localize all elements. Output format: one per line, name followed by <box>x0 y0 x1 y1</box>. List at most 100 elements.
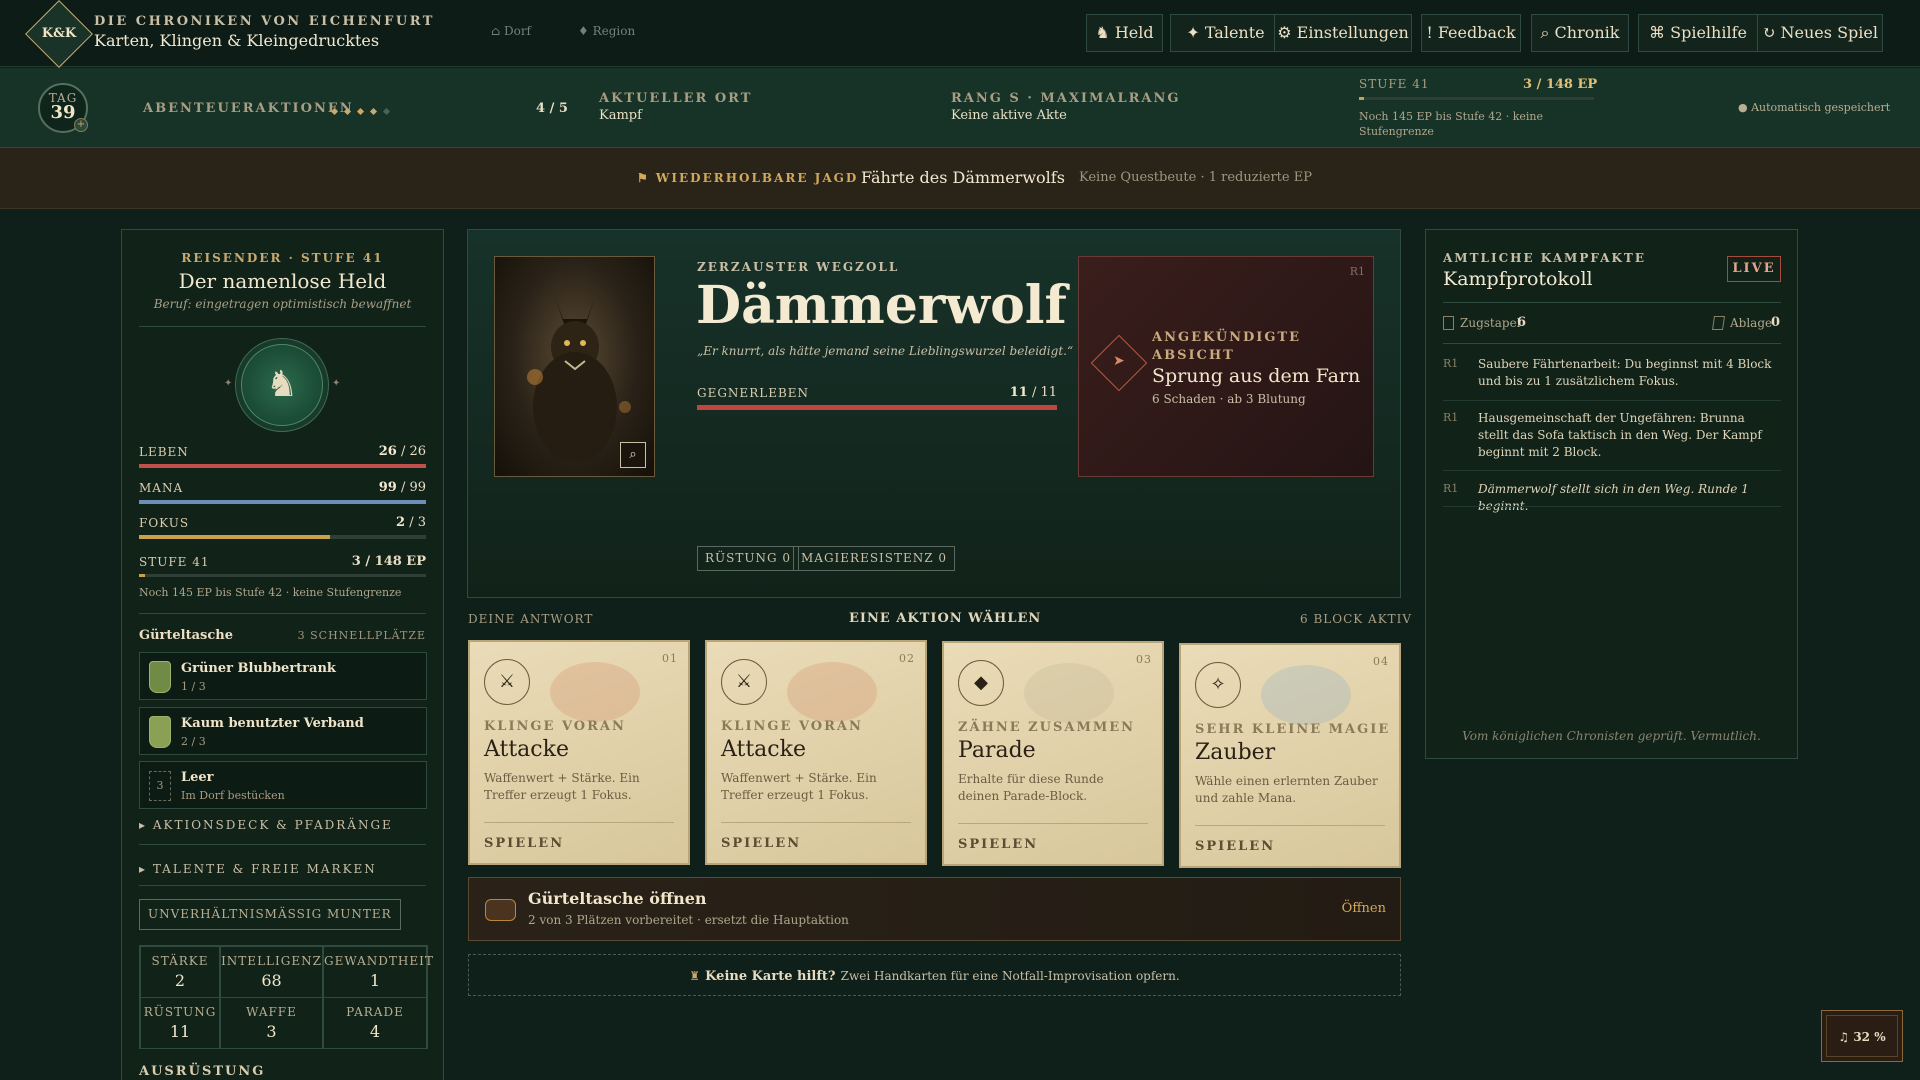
music-volume: 32 % <box>1853 1030 1886 1044</box>
fallback-title: Keine Karte hilft? <box>705 969 836 984</box>
sword-icon: ⚔ <box>721 659 767 705</box>
play-button[interactable]: SPIELEN <box>721 836 801 851</box>
belt-open-button[interactable]: Öffnen <box>1342 901 1386 916</box>
stat-parry: PARADE 4 <box>323 997 427 1049</box>
new-game-button[interactable]: ↻ Neues Spiel <box>1757 14 1883 52</box>
log-round: R1 <box>1443 357 1459 370</box>
hero-level-label: STUFE 41 <box>139 555 210 569</box>
hero-profession: Beruf: eingetragen optimistisch bewaffne… <box>153 297 412 311</box>
divider <box>1443 470 1781 471</box>
intent-label: ANGEKÜNDIGTE ABSICHT <box>1152 330 1302 363</box>
discard-pile-label: Ablage <box>1730 316 1773 330</box>
draw-pile-value: 6 <box>1517 315 1527 330</box>
help-button[interactable]: ⌘ Spielhilfe <box>1638 14 1758 52</box>
music-control[interactable]: ♫ 32 % <box>1821 1010 1903 1062</box>
belt-item[interactable]: Kaum benutzter Verband 2 / 3 <box>139 707 427 755</box>
action-dot-icon <box>343 107 352 116</box>
stat-armor: RÜSTUNG 11 <box>140 997 220 1049</box>
draw-pile-icon <box>1443 316 1454 330</box>
action-dot-icon <box>382 107 391 116</box>
banner-note: Keine Questbeute · 1 reduzierte EP <box>1079 170 1312 185</box>
draw-pile-label: Zugstapel <box>1460 316 1521 330</box>
settings-button[interactable]: ⚙ Einstellungen <box>1274 14 1412 52</box>
mana-bar <box>139 500 426 504</box>
chronicle-button[interactable]: ⌕ Chronik <box>1531 14 1629 52</box>
action-dots <box>328 101 393 120</box>
discard-pile-value: 0 <box>1771 315 1781 330</box>
action-dot-icon <box>356 107 365 116</box>
log-entry: Dämmerwolf stellt sich in den Weg. Runde… <box>1478 482 1749 513</box>
hero-portrait-icon[interactable]: ♞ <box>241 344 323 426</box>
play-button[interactable]: SPIELEN <box>958 837 1038 852</box>
action-deck-toggle[interactable]: ▸ AKTIONSDECK & PFADRÄNGE <box>139 818 393 832</box>
actions-label: ABENTEUERAKTIONEN <box>143 101 354 116</box>
stats-grid: STÄRKE 2 INTELLIGENZ 68 GEWANDTHEIT 1 RÜSTU… <box>139 945 433 1049</box>
divider <box>1443 343 1781 344</box>
autosave-status: ● Automatisch gespeichert <box>1738 101 1891 114</box>
card-glow <box>787 662 877 722</box>
fallback-improvisation[interactable]: ♜ Keine Karte hilft? Zwei Handkarten für… <box>468 954 1401 996</box>
rank-value: Keine aktive Akte <box>951 108 1067 123</box>
divider <box>721 822 911 823</box>
hero-button[interactable]: ♞ Held <box>1086 14 1163 52</box>
focus-bar <box>139 535 426 539</box>
brand-subtitle: Karten, Klingen & Kleingedrucktes <box>94 31 380 50</box>
actions-left-label: DEINE ANTWORT <box>468 612 594 626</box>
action-card-parry[interactable]: 03 ◆ ZÄHNE ZUSAMMEN Parade Erhalte für d… <box>942 641 1164 866</box>
belt-item[interactable]: Grüner Blubbertrank 1 / 3 <box>139 652 427 700</box>
bandage-icon <box>149 716 171 748</box>
zoom-icon[interactable]: ⌕ <box>620 442 646 468</box>
location-label: AKTUELLER ORT <box>599 91 753 106</box>
log-label: AMTLICHE KAMPFAKTE <box>1443 251 1646 265</box>
empty-slot-icon: 3 <box>149 771 171 801</box>
action-card-spell[interactable]: 04 ✧ SEHR KLEINE MAGIE Zauber Wähle eine… <box>1179 643 1401 868</box>
actions-value: 4 / 5 <box>536 101 568 116</box>
intent-card: R1 ➤ ANGEKÜNDIGTE ABSICHT Sprung aus dem… <box>1078 256 1374 477</box>
equipment-label: AUSRÜSTUNG <box>139 1064 266 1079</box>
belt-action[interactable]: Gürteltasche öffnen 2 von 3 Plätzen vorb… <box>468 877 1401 941</box>
talents-button[interactable]: ✦ Talente <box>1170 14 1281 52</box>
divider <box>1443 302 1781 303</box>
belt-label: Gürteltasche <box>139 628 234 643</box>
action-card-attack[interactable]: 01 ⚔ KLINGE VORAN Attacke Waffenwert + S… <box>468 640 690 865</box>
hero-level-note: Noch 145 EP bis Stufe 42 · keine Stufeng… <box>139 586 402 599</box>
play-button[interactable]: SPIELEN <box>484 836 564 851</box>
log-title: Kampfprotokoll <box>1443 268 1593 290</box>
banner-tag: ⚑ WIEDERHOLBARE JAGD <box>637 171 859 185</box>
stat-weapon: WAFFE 3 <box>220 997 323 1049</box>
belt-item[interactable]: 3 Leer Im Dorf bestücken <box>139 761 427 809</box>
stat-strength: STÄRKE 2 <box>140 946 220 998</box>
sword-icon: ⚔ <box>484 659 530 705</box>
belt-action-title: Gürteltasche öffnen <box>528 889 707 908</box>
focus-label: FOKUS <box>139 516 190 530</box>
card-glow <box>550 662 640 722</box>
sparkle-icon: ✦ <box>332 378 341 389</box>
talents-toggle[interactable]: ▸ TALENTE & FREIE MARKEN <box>139 862 377 876</box>
divider <box>1195 825 1385 826</box>
nav-region-link[interactable]: ♦ Region <box>578 24 635 38</box>
tower-icon: ♜ <box>689 969 701 983</box>
hero-level-bar <box>139 574 426 577</box>
enemy-hp-value: 11 / 11 <box>1009 385 1057 400</box>
discard-pile-icon <box>1712 316 1725 330</box>
play-button[interactable]: SPIELEN <box>1195 839 1275 854</box>
fallback-text: Zwei Handkarten für eine Notfall-Improvi… <box>840 969 1180 983</box>
rank-label: RANG S · MAXIMALRANG <box>951 91 1181 106</box>
mood-badge: UNVERHÄLTNISMÄSSIG MUNTER <box>139 899 401 930</box>
feedback-button[interactable]: ! Feedback <box>1421 14 1521 52</box>
hero-name: Der namenlose Held <box>178 269 387 293</box>
location-value: Kampf <box>599 108 642 123</box>
logo[interactable]: K&K <box>25 0 93 68</box>
action-card-attack[interactable]: 02 ⚔ KLINGE VORAN Attacke Waffenwert + S… <box>705 640 927 865</box>
divider <box>484 822 674 823</box>
divider <box>139 613 426 614</box>
intent-name: Sprung aus dem Farn <box>1152 365 1361 387</box>
enemy-hp-label: GEGNERLEBEN <box>697 386 810 400</box>
life-value: 26 / 26 <box>378 444 426 459</box>
divider <box>958 823 1148 824</box>
nav-village-link[interactable]: ⌂ Dorf <box>491 24 531 38</box>
stat-intelligence: INTELLIGENZ 68 <box>220 946 323 998</box>
block-active-label: 6 BLOCK AKTIV <box>1300 612 1413 626</box>
card-glow <box>1261 665 1351 725</box>
pouch-icon <box>485 899 516 921</box>
